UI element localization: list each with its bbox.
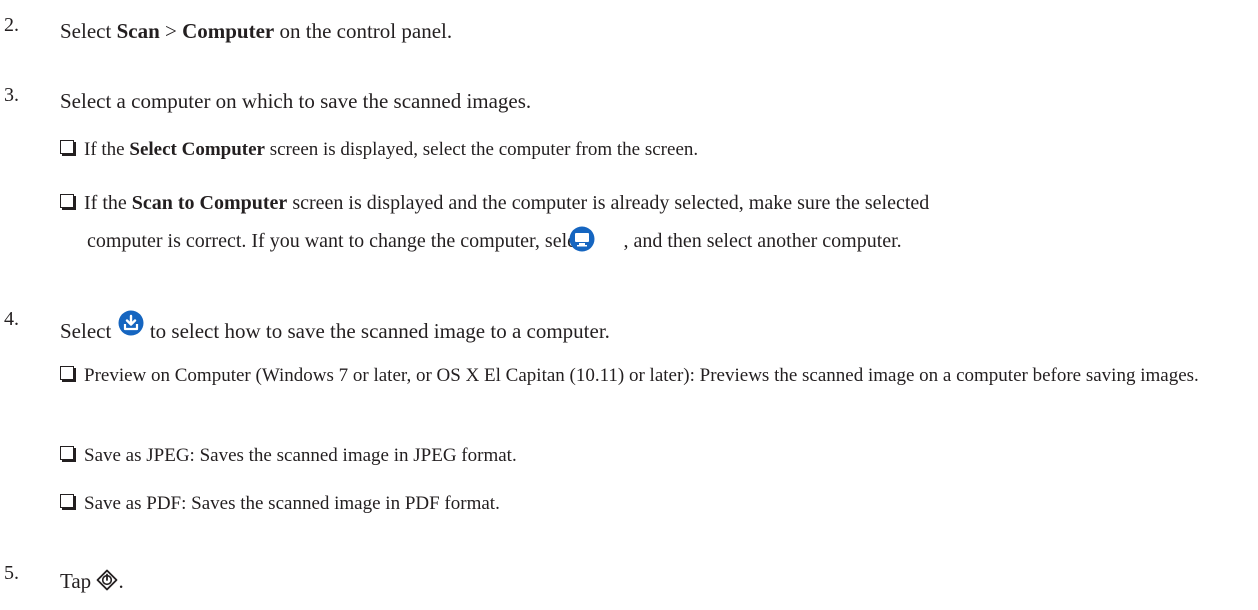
sub-item: If the Scan to Computer screen is displa…	[60, 184, 1240, 260]
start-diamond-icon	[96, 569, 118, 591]
checkbox-bullet-icon	[60, 140, 74, 154]
text-run: screen is displayed, select the computer…	[264, 139, 699, 160]
text-run: Save as JPEG: Saves the scanned image in…	[84, 445, 517, 466]
sub-item: If the Select Computer screen is display…	[60, 137, 1240, 163]
step-number: 5.	[4, 562, 19, 584]
sub-item: Save as PDF: Saves the scanned image in …	[60, 491, 1240, 517]
step-text: Select a computer on which to save the s…	[60, 89, 532, 113]
bold-term-scan: Scan	[116, 19, 160, 43]
step-text: Select to select how to save the scanned…	[60, 310, 610, 344]
step-text: Tap .	[60, 568, 124, 594]
text-run: Tap	[60, 569, 97, 593]
checkbox-bullet-icon	[60, 194, 74, 208]
bold-term: Scan to Computer	[131, 192, 288, 214]
sub-item: Preview on Computer (Windows 7 or later,…	[60, 363, 1240, 389]
text-run: Preview on Computer (Windows 7 or later,…	[84, 365, 1199, 386]
text-run: If the	[84, 192, 132, 214]
bold-term-computer: Computer	[182, 19, 275, 43]
text-run: If the	[84, 139, 130, 160]
text-run: .	[118, 569, 124, 593]
text-run: Select	[60, 319, 117, 343]
download-tray-icon	[118, 310, 144, 336]
sub-item-text: If the Scan to Computer screen is displa…	[60, 184, 1240, 260]
text-run: to select how to save the scanned image …	[144, 319, 610, 343]
computer-monitor-icon	[569, 226, 622, 252]
checkbox-bullet-icon	[60, 366, 74, 380]
step-number: 3.	[4, 84, 19, 106]
bold-term: Select Computer	[129, 139, 265, 160]
text-run: Select	[60, 19, 117, 43]
step-number: 2.	[4, 14, 19, 36]
text-run: computer is correct. If you want to chan…	[87, 230, 596, 252]
text-run: screen is displayed and the computer is …	[287, 192, 930, 214]
sub-item-text: Preview on Computer (Windows 7 or later,…	[60, 363, 1240, 389]
text-run: , and then select another computer.	[623, 230, 902, 252]
checkbox-bullet-icon	[60, 446, 74, 460]
sub-item-text: Save as JPEG: Saves the scanned image in…	[60, 443, 1240, 469]
step-text: Select Scan > Computer on the control pa…	[60, 18, 452, 44]
sub-item-text: If the Select Computer screen is display…	[60, 137, 1240, 163]
text-run: Save as PDF: Saves the scanned image in …	[84, 493, 500, 514]
text-run: >	[159, 19, 183, 43]
sub-item-text: Save as PDF: Saves the scanned image in …	[60, 491, 1240, 517]
text-run: on the control panel.	[274, 19, 453, 43]
checkbox-bullet-icon	[60, 494, 74, 508]
manual-page: 2. Select Scan > Computer on the control…	[0, 0, 1258, 610]
step-number: 4.	[4, 308, 19, 330]
sub-item: Save as JPEG: Saves the scanned image in…	[60, 443, 1240, 469]
